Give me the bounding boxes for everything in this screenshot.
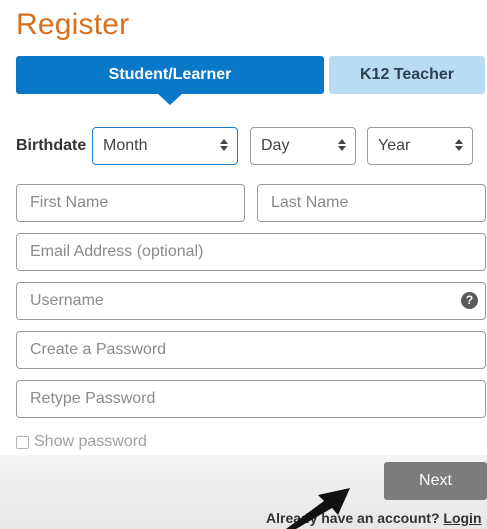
- day-select[interactable]: Day: [250, 127, 356, 165]
- month-select[interactable]: Month: [92, 127, 238, 165]
- next-button[interactable]: Next: [384, 462, 487, 500]
- year-select[interactable]: Year: [367, 127, 473, 165]
- show-password-toggle[interactable]: Show password: [16, 433, 147, 451]
- page-title: Register: [16, 8, 130, 41]
- email-input[interactable]: [16, 233, 486, 271]
- up-down-chevron-icon: [455, 139, 463, 151]
- up-down-chevron-icon: [220, 139, 228, 151]
- year-select-value: Year: [378, 137, 411, 154]
- month-select-value: Month: [103, 137, 148, 154]
- tab-student-learner[interactable]: Student/Learner: [16, 56, 324, 94]
- retype-password-input[interactable]: [16, 380, 486, 418]
- show-password-checkbox[interactable]: [16, 435, 29, 449]
- login-link[interactable]: Login: [443, 510, 481, 526]
- question-circle-icon[interactable]: ?: [461, 292, 478, 309]
- up-down-chevron-icon: [338, 139, 346, 151]
- create-password-input[interactable]: [16, 331, 486, 369]
- username-input[interactable]: [16, 282, 486, 320]
- day-select-value: Day: [261, 137, 290, 154]
- birthdate-label: Birthdate: [16, 137, 87, 154]
- last-name-input[interactable]: [257, 184, 486, 222]
- first-name-input[interactable]: [16, 184, 245, 222]
- black-arrow-annotation-icon: [286, 488, 350, 529]
- show-password-label: Show password: [34, 433, 147, 450]
- active-tab-indicator: [158, 94, 182, 105]
- tab-k12-teacher[interactable]: K12 Teacher: [329, 56, 485, 94]
